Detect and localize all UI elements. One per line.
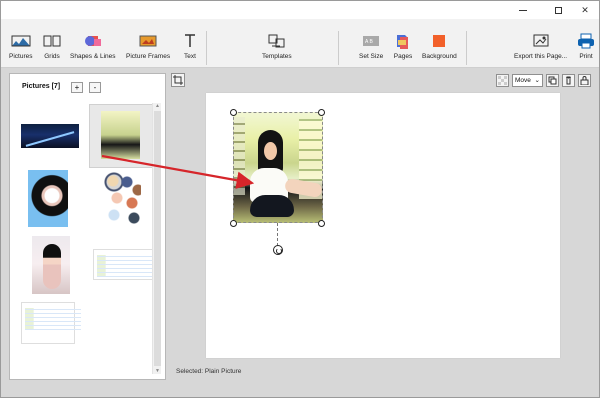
toolbar-label: Shapes & Lines — [70, 53, 116, 60]
window-screenshot-thumbnail-cell[interactable] — [89, 236, 157, 300]
toolbar-label: Export this Page... — [514, 53, 568, 60]
scroll-up-icon[interactable]: ▲ — [154, 103, 161, 109]
minimize-button[interactable] — [508, 1, 538, 19]
document-screenshot-thumbnail-cell[interactable] — [18, 302, 86, 366]
window-screenshot-thumbnail — [93, 249, 154, 280]
scroll-down-icon[interactable]: ▼ — [154, 368, 161, 374]
toolbar-export[interactable]: Export this Page... — [514, 33, 567, 60]
picture-frames-icon — [138, 33, 158, 49]
night-thumbnail — [21, 124, 79, 148]
library-girl-thumbnail — [101, 111, 140, 159]
toolbar-divider — [466, 31, 467, 65]
toolbar-label: Pictures — [9, 53, 33, 60]
canvas-controls: Move ⌄ — [171, 71, 591, 89]
resize-handle-top-right[interactable] — [318, 109, 325, 116]
move-mode-value: Move — [515, 76, 531, 84]
trash-icon — [566, 76, 571, 84]
grids-icon — [42, 33, 62, 49]
minimize-icon — [519, 9, 527, 11]
maximize-button[interactable] — [543, 1, 573, 19]
export-icon — [531, 33, 551, 49]
toolbar-background[interactable]: Background — [422, 33, 457, 60]
toolbar-label: Pages — [393, 53, 413, 60]
selection-status: Selected: Plain Picture — [176, 368, 242, 375]
move-mode-select[interactable]: Move ⌄ — [512, 73, 543, 87]
toolbar-print[interactable]: Print — [576, 33, 596, 60]
blue-girl-thumbnail-cell[interactable] — [18, 170, 86, 234]
selection-box[interactable] — [233, 112, 323, 223]
transparency-icon — [498, 75, 507, 85]
add-picture-button[interactable]: + — [71, 82, 83, 93]
resize-handle-bottom-right[interactable] — [318, 220, 325, 227]
circle-collage-thumbnail-cell[interactable] — [89, 170, 157, 234]
remove-picture-button[interactable]: - — [89, 82, 101, 93]
toolbar-label: Background — [422, 53, 457, 60]
print-icon — [576, 33, 596, 49]
toolbar-templates[interactable]: Templates — [262, 33, 292, 60]
main-toolbar: Pictures Grids Shapes & Lines Picture Fr… — [1, 19, 599, 68]
night-thumbnail-cell[interactable] — [18, 104, 86, 168]
transparency-button[interactable] — [496, 73, 509, 87]
chevron-down-icon: ⌄ — [534, 77, 540, 84]
toolbar-set-size[interactable]: A B Set Size — [359, 33, 383, 60]
crop-icon — [173, 75, 183, 85]
toolbar-label: Templates — [262, 53, 292, 60]
rotation-handle[interactable] — [273, 245, 283, 255]
resize-handle-top-left[interactable] — [230, 109, 237, 116]
document-screenshot-thumbnail — [21, 302, 81, 344]
rotation-guide — [277, 223, 278, 246]
lock-button[interactable] — [578, 73, 591, 87]
toolbar-label: Grids — [44, 53, 60, 60]
pictures-panel: Pictures [7] + - ▲ ▼ — [9, 73, 166, 380]
duplicate-button[interactable] — [546, 73, 559, 87]
resize-handle-bottom-left[interactable] — [230, 220, 237, 227]
maximize-icon — [554, 6, 562, 14]
pictures-icon — [11, 33, 31, 49]
set-size-icon: A B — [361, 33, 381, 49]
delete-button[interactable] — [562, 73, 575, 87]
title-bar: ✕ — [1, 1, 599, 19]
duplicate-icon — [548, 76, 557, 84]
pictures-count-title: Pictures [7] — [22, 83, 61, 90]
toolbar-label: Picture Frames — [126, 53, 171, 60]
svg-text:A B: A B — [365, 39, 373, 45]
pages-icon — [393, 33, 413, 49]
shapes-lines-icon — [83, 33, 103, 49]
pink-girl-thumbnail-cell[interactable] — [18, 236, 86, 300]
lock-icon — [580, 75, 589, 85]
close-button[interactable]: ✕ — [570, 1, 600, 19]
toolbar-grids[interactable]: Grids — [42, 33, 62, 60]
pictures-scrollbar[interactable]: ▲ ▼ — [152, 103, 161, 374]
toolbar-text[interactable]: Text — [180, 33, 200, 60]
toolbar-pictures[interactable]: Pictures — [9, 33, 32, 60]
toolbar-shapes-lines[interactable]: Shapes & Lines — [70, 33, 116, 60]
text-icon — [180, 33, 200, 49]
toolbar-divider — [338, 31, 339, 65]
toolbar-picture-frames[interactable]: Picture Frames — [126, 33, 170, 60]
crop-button[interactable] — [171, 73, 185, 87]
app-window: ✕ Pictures Grids Shapes & Lines Picture … — [0, 0, 600, 398]
close-icon: ✕ — [581, 4, 589, 15]
thumbnail-grid — [18, 104, 160, 374]
toolbar-label: Text — [184, 53, 196, 60]
blue-girl-thumbnail — [28, 170, 68, 227]
circle-collage-thumbnail — [102, 170, 144, 227]
background-icon — [429, 33, 449, 49]
toolbar-label: Set Size — [359, 53, 384, 60]
toolbar-divider — [206, 31, 207, 65]
toolbar-pages[interactable]: Pages — [393, 33, 413, 60]
toolbar-label: Print — [579, 53, 593, 60]
library-girl-thumbnail-cell[interactable] — [89, 104, 157, 168]
templates-icon — [267, 33, 287, 49]
canvas-right-tools: Move ⌄ — [496, 73, 591, 87]
scroll-thumb[interactable] — [154, 111, 161, 366]
pink-girl-thumbnail — [32, 236, 70, 294]
